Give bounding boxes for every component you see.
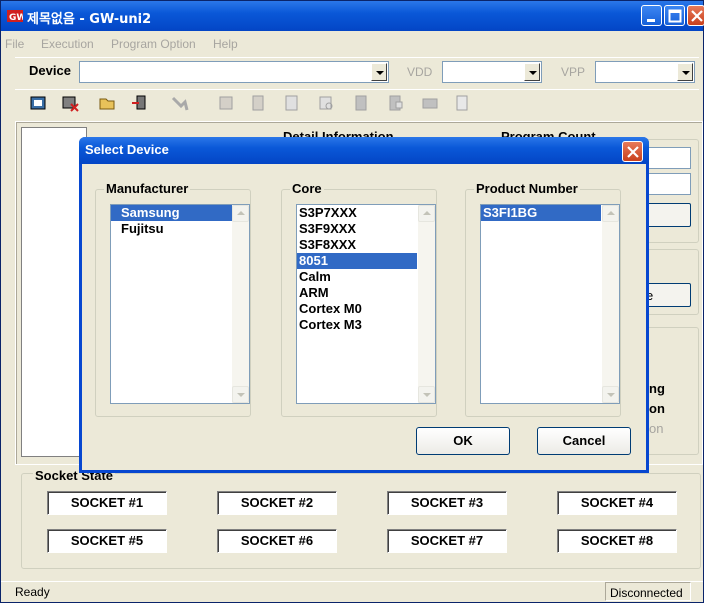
svg-text:GW: GW xyxy=(9,13,23,23)
vpp-label: VPP xyxy=(561,65,586,79)
list-item-s3f8xxx[interactable]: S3F8XXX xyxy=(297,237,435,253)
socket-4[interactable]: SOCKET #4 xyxy=(557,491,677,515)
core-label: Core xyxy=(290,181,324,196)
manufacturer-list[interactable]: Samsung Fujitsu xyxy=(110,204,250,404)
scroll-down-icon[interactable] xyxy=(232,386,249,403)
chevron-down-icon xyxy=(677,63,693,81)
list-item-cortex-m3[interactable]: Cortex M3 xyxy=(297,317,435,333)
socket-6[interactable]: SOCKET #6 xyxy=(217,529,337,553)
window-title: 제목없음 - GW-uni2 xyxy=(27,12,152,27)
list-item-s3f9xxx[interactable]: S3F9XXX xyxy=(297,221,435,237)
manufacturer-scrollbar[interactable] xyxy=(232,205,249,403)
device-select[interactable] xyxy=(79,61,389,83)
scroll-up-icon[interactable] xyxy=(602,205,619,222)
ok-button[interactable]: OK xyxy=(416,427,510,455)
socket-7[interactable]: SOCKET #7 xyxy=(387,529,507,553)
socket-5[interactable]: SOCKET #5 xyxy=(47,529,167,553)
device-label: Device xyxy=(29,63,71,78)
lock-icon[interactable] xyxy=(387,94,405,112)
list-item-s3p7xxx[interactable]: S3P7XXX xyxy=(297,205,435,221)
product-number-group: Product Number S3FI1BG xyxy=(465,181,621,417)
option-text-1: ng xyxy=(649,381,665,396)
manufacturer-label: Manufacturer xyxy=(104,181,191,196)
open-file-icon[interactable] xyxy=(99,94,117,112)
close-button[interactable] xyxy=(687,5,704,26)
dialog-title: Select Device xyxy=(85,142,169,157)
socket-state-group xyxy=(21,473,701,569)
list-item-fujitsu[interactable]: Fujitsu xyxy=(111,221,249,237)
vdd-select[interactable] xyxy=(442,61,542,83)
scroll-up-icon[interactable] xyxy=(232,205,249,222)
scroll-down-icon[interactable] xyxy=(602,386,619,403)
core-list[interactable]: S3P7XXX S3F9XXX S3F8XXX 8051 Calm ARM Co… xyxy=(296,204,436,404)
menu-file[interactable]: File xyxy=(5,37,24,51)
auto-icon[interactable] xyxy=(353,94,371,112)
dialog-title-bar[interactable]: Select Device xyxy=(79,137,649,164)
core-scrollbar[interactable] xyxy=(418,205,435,403)
status-bar xyxy=(1,581,703,603)
list-item-arm[interactable]: ARM xyxy=(297,285,435,301)
core-group: Core S3P7XXX S3F9XXX S3F8XXX 8051 Calm A… xyxy=(281,181,437,417)
menu-execution[interactable]: Execution xyxy=(41,37,94,51)
minimize-button[interactable] xyxy=(641,5,662,26)
chevron-down-icon xyxy=(371,63,387,81)
select-device-dialog: Select Device Manufacturer Samsung Fujit… xyxy=(79,137,649,473)
option-text-2: on xyxy=(649,401,665,416)
blank-check-icon[interactable] xyxy=(217,94,235,112)
scroll-down-icon[interactable] xyxy=(418,386,435,403)
product-number-list[interactable]: S3FI1BG xyxy=(480,204,620,404)
erase-icon[interactable] xyxy=(61,94,79,112)
list-item-calm[interactable]: Calm xyxy=(297,269,435,285)
list-item-samsung[interactable]: Samsung xyxy=(111,205,249,221)
option-text-3: on xyxy=(649,421,664,436)
menu-help[interactable]: Help xyxy=(213,37,238,51)
status-text: Ready xyxy=(15,585,50,599)
menu-bar: File Execution Program Option Help xyxy=(1,34,703,54)
save-icon[interactable] xyxy=(421,94,439,112)
device-tree-pane[interactable] xyxy=(21,127,87,457)
vpp-select[interactable] xyxy=(595,61,695,83)
verify-icon[interactable] xyxy=(249,94,267,112)
checksum-icon[interactable] xyxy=(317,94,335,112)
menu-program-option[interactable]: Program Option xyxy=(111,37,196,51)
title-bar[interactable]: GW 제목없음 - GW-uni2 xyxy=(1,1,704,31)
scroll-up-icon[interactable] xyxy=(418,205,435,222)
main-window: GW 제목없음 - GW-uni2 File Execution Program… xyxy=(0,0,704,603)
socket-8[interactable]: SOCKET #8 xyxy=(557,529,677,553)
connection-status: Disconnected xyxy=(605,582,691,601)
maximize-button[interactable] xyxy=(664,5,685,26)
vdd-label: VDD xyxy=(407,65,433,79)
cancel-button[interactable]: Cancel xyxy=(537,427,631,455)
socket-1[interactable]: SOCKET #1 xyxy=(47,491,167,515)
product-scrollbar[interactable] xyxy=(602,205,619,403)
options-icon[interactable] xyxy=(453,94,471,112)
list-item-s3fi1bg[interactable]: S3FI1BG xyxy=(481,205,601,221)
dialog-close-button[interactable] xyxy=(622,141,643,162)
list-item-8051[interactable]: 8051 xyxy=(297,253,417,269)
socket-2[interactable]: SOCKET #2 xyxy=(217,491,337,515)
device-icon[interactable] xyxy=(29,94,47,112)
close-icon xyxy=(627,146,639,158)
program-icon[interactable] xyxy=(171,94,189,112)
load-icon[interactable] xyxy=(131,94,149,112)
read-icon[interactable] xyxy=(283,94,301,112)
list-item-cortex-m0[interactable]: Cortex M0 xyxy=(297,301,435,317)
socket-3[interactable]: SOCKET #3 xyxy=(387,491,507,515)
chevron-down-icon xyxy=(524,63,540,81)
manufacturer-group: Manufacturer Samsung Fujitsu xyxy=(95,181,251,417)
app-logo-icon: GW xyxy=(7,10,23,23)
product-number-label: Product Number xyxy=(474,181,580,196)
